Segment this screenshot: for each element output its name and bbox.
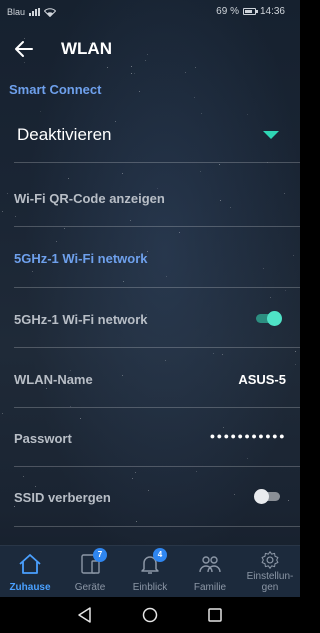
wifi-status-icon	[44, 7, 57, 17]
hide-ssid-label: SSID verbergen	[14, 490, 111, 505]
password-label: Passwort	[14, 431, 72, 446]
battery-icon	[242, 8, 258, 15]
ssid-row[interactable]: WLAN-Name ASUS-5	[0, 348, 300, 406]
nav-item-familie[interactable]: Familie	[180, 546, 240, 598]
band-section-label: 5GHz-1 Wi-Fi network	[14, 251, 148, 266]
password-value: ●●●●●●●●●●●	[209, 431, 286, 441]
star-dot	[32, 271, 33, 272]
star-dot	[134, 73, 135, 74]
ssid-label: WLAN-Name	[14, 372, 93, 387]
qr-code-row[interactable]: Wi-Fi QR-Code anzeigen	[0, 170, 300, 228]
page-title: WLAN	[61, 39, 112, 58]
nav-item-geraete[interactable]: 7 Geräte	[60, 546, 120, 598]
bell-icon-wrap: 4	[138, 548, 167, 576]
star-dot	[139, 91, 140, 92]
toggle-knob	[267, 311, 282, 326]
smart-connect-dropdown[interactable]: Deaktivieren	[0, 110, 300, 162]
qr-code-label: Wi-Fi QR-Code anzeigen	[14, 191, 165, 206]
smart-connect-label: Smart Connect	[9, 82, 102, 97]
einblick-badge: 4	[153, 548, 167, 562]
hide-ssid-toggle[interactable]	[254, 489, 282, 504]
home-icon	[19, 554, 41, 574]
divider	[14, 162, 300, 163]
star-dot	[263, 268, 264, 269]
arrow-left-icon[interactable]	[12, 37, 36, 61]
back-triangle-icon[interactable]	[76, 606, 94, 624]
divider	[14, 526, 300, 527]
star-dot	[131, 73, 132, 74]
nav-label: Geräte	[74, 582, 106, 593]
star-dot	[123, 281, 124, 282]
devices-badge: 7	[93, 548, 107, 562]
recents-square-icon[interactable]	[206, 606, 224, 624]
signal-icon	[29, 8, 41, 16]
nav-item-zuhause[interactable]: Zuhause	[0, 546, 60, 598]
app-screen: Blau 69 % 14:36 WLAN Smart Connect Deakt…	[0, 0, 300, 633]
band-enable-label: 5GHz-1 Wi-Fi network	[14, 312, 148, 327]
hide-ssid-row: SSID verbergen	[0, 467, 300, 525]
band-enable-row: 5GHz-1 Wi-Fi network	[0, 288, 300, 346]
toggle-knob	[254, 489, 269, 504]
divider	[14, 226, 300, 227]
carrier-label: Blau	[7, 7, 26, 17]
smart-connect-value: Deaktivieren	[17, 125, 112, 144]
nav-label: Einblick	[132, 582, 168, 593]
star-dot	[64, 228, 65, 229]
nav-label: Zuhause	[9, 582, 51, 593]
gear-icon	[261, 551, 279, 569]
battery-label: 69 %	[216, 6, 239, 17]
status-left: Blau	[7, 7, 57, 17]
band-enable-toggle[interactable]	[256, 311, 282, 326]
bottom-nav: Zuhause 7 Geräte 4 Einblick Familie Eins…	[0, 545, 300, 597]
system-nav-bar	[0, 597, 300, 633]
star-dot	[194, 97, 195, 98]
nav-item-einstellungen[interactable]: Einstellun- gen	[240, 546, 300, 598]
status-right: 69 % 14:36	[216, 6, 285, 17]
devices-icon-wrap: 7	[78, 548, 107, 576]
star-dot	[219, 164, 220, 165]
nav-item-einblick[interactable]: 4 Einblick	[120, 546, 180, 598]
nav-label: Familie	[193, 582, 227, 593]
password-row[interactable]: Passwort ●●●●●●●●●●●	[0, 408, 300, 466]
star-dot	[185, 72, 186, 73]
family-icon	[199, 556, 221, 573]
status-bar: Blau 69 % 14:36	[0, 0, 300, 24]
star-dot	[56, 241, 57, 242]
caret-down-icon	[263, 131, 279, 139]
star-dot	[166, 276, 167, 277]
nav-label: Einstellun- gen	[246, 571, 294, 593]
home-circle-icon[interactable]	[141, 606, 159, 624]
app-header: WLAN	[0, 30, 300, 68]
star-dot	[179, 232, 180, 233]
clock-label: 14:36	[259, 6, 285, 17]
ssid-value: ASUS-5	[238, 372, 286, 387]
star-dot	[293, 255, 294, 256]
